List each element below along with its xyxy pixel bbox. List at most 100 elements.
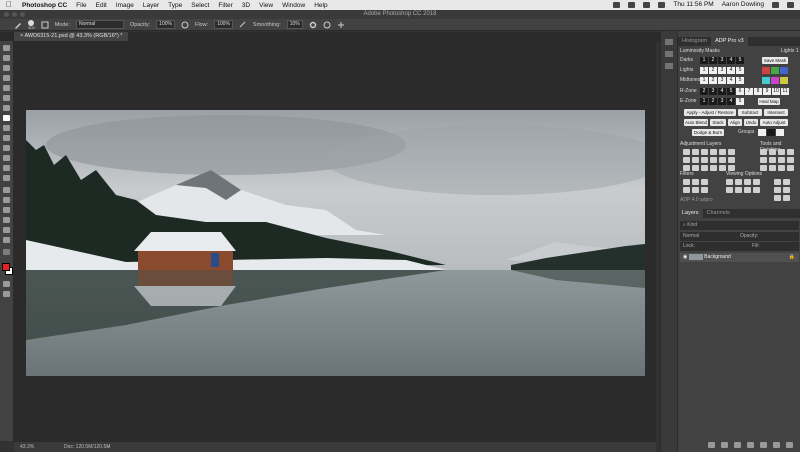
menu-file[interactable]: File: [76, 2, 86, 9]
tab-channels[interactable]: Channels: [703, 209, 734, 218]
darks-2-button[interactable]: 2: [709, 57, 717, 64]
darks-5-button[interactable]: 5: [736, 57, 744, 64]
filter-1-icon[interactable]: [683, 179, 690, 185]
view-1-icon[interactable]: [726, 179, 733, 185]
notification-center-icon[interactable]: [787, 2, 794, 8]
e-zone-4-button[interactable]: 4: [727, 98, 735, 105]
add-mask-icon[interactable]: [734, 442, 741, 448]
solid-color-icon[interactable]: [719, 165, 726, 171]
filter-3-icon[interactable]: [701, 179, 708, 185]
intersect-button[interactable]: Intersect: [764, 109, 788, 116]
menu-window[interactable]: Window: [282, 2, 305, 9]
rectangle-tool-icon[interactable]: [3, 217, 10, 223]
kind-filter-select[interactable]: Kind: [687, 222, 697, 228]
dodge-tool-icon[interactable]: [3, 175, 10, 181]
screen-mode-icon[interactable]: [3, 291, 10, 297]
view-6-icon[interactable]: [735, 187, 742, 193]
adjustments-panel-icon[interactable]: [665, 63, 673, 69]
group-black-button[interactable]: [767, 129, 775, 136]
view-5-icon[interactable]: [726, 187, 733, 193]
stack-button[interactable]: Stack: [710, 119, 726, 126]
path-selection-tool-icon[interactable]: [3, 207, 10, 213]
filter-2-icon[interactable]: [692, 179, 699, 185]
dodge-burn-button[interactable]: Dodge & Burn: [692, 129, 724, 136]
group-white-button[interactable]: [758, 129, 766, 136]
midtones-5-button[interactable]: 5: [736, 77, 744, 84]
subtract-button[interactable]: Subtract: [738, 109, 762, 116]
darks-1-button[interactable]: 1: [700, 57, 708, 64]
wifi-icon[interactable]: [628, 2, 636, 8]
new-adjustment-icon[interactable]: [747, 442, 754, 448]
foreground-color-swatch[interactable]: [2, 263, 10, 271]
midtones-2-button[interactable]: 2: [709, 77, 717, 84]
volume-icon[interactable]: [643, 2, 651, 8]
gradient-tool-icon[interactable]: [3, 155, 10, 161]
menu-edit[interactable]: Edit: [96, 2, 107, 9]
move-tool-icon[interactable]: [3, 45, 10, 51]
layer-row-background[interactable]: ◉ Background 🔒: [680, 253, 799, 262]
r-zone-6-button[interactable]: 6: [736, 88, 744, 95]
brush-b-icon[interactable]: [783, 179, 790, 185]
group-gray-button[interactable]: [776, 129, 784, 136]
menu-select[interactable]: Select: [191, 2, 209, 9]
quick-select-tool-icon[interactable]: [3, 75, 10, 81]
crop-tool-icon[interactable]: [3, 85, 10, 91]
midtones-3-button[interactable]: 3: [718, 77, 726, 84]
user-name[interactable]: Aaron Dowling: [722, 0, 764, 10]
dust-spots-icon[interactable]: [760, 157, 767, 163]
filter-6-icon[interactable]: [701, 187, 708, 193]
r-zone-11-button[interactable]: 11: [781, 88, 789, 95]
print-icon[interactable]: [787, 165, 794, 171]
posterize-icon[interactable]: [728, 157, 735, 163]
pen-tool-icon[interactable]: [3, 187, 10, 193]
quick-mask-icon[interactable]: [3, 281, 10, 287]
brush-tool-icon[interactable]: [14, 21, 22, 29]
menu-type[interactable]: Type: [168, 2, 182, 9]
color-lookup-icon[interactable]: [710, 157, 717, 163]
tab-layers[interactable]: Layers: [678, 209, 703, 218]
r-zone-5-button[interactable]: 5: [727, 88, 735, 95]
watermark-icon[interactable]: [778, 165, 785, 171]
history-panel-icon[interactable]: [665, 39, 673, 45]
brush-c-icon[interactable]: [774, 187, 781, 193]
midtones-4-button[interactable]: 4: [727, 77, 735, 84]
color-balance-icon[interactable]: [728, 149, 735, 155]
photo-filter-icon[interactable]: [692, 157, 699, 163]
align-button[interactable]: Align: [728, 119, 742, 126]
vibrance-icon[interactable]: [710, 149, 717, 155]
merge-icon[interactable]: [787, 157, 794, 163]
brush-e-icon[interactable]: [774, 195, 781, 201]
view-2-icon[interactable]: [735, 179, 742, 185]
levels-icon[interactable]: [683, 149, 690, 155]
menu-image[interactable]: Image: [116, 2, 134, 9]
search-icon[interactable]: [772, 2, 779, 8]
view-3-icon[interactable]: [744, 179, 751, 185]
yellow-channel-button[interactable]: [780, 77, 788, 84]
lights-2-button[interactable]: 2: [709, 67, 717, 74]
invert-icon[interactable]: [719, 157, 726, 163]
lights-5-button[interactable]: 5: [736, 67, 744, 74]
midtones-1-button[interactable]: 1: [700, 77, 708, 84]
darks-3-button[interactable]: 3: [718, 57, 726, 64]
brush-f-icon[interactable]: [783, 195, 790, 201]
zoom-tool-icon[interactable]: [3, 237, 10, 243]
save-mask-button[interactable]: Save Mask: [762, 57, 788, 64]
r-zone-7-button[interactable]: 7: [745, 88, 753, 95]
e-zone-3-button[interactable]: 3: [718, 98, 726, 105]
exposure-icon[interactable]: [701, 149, 708, 155]
gear-icon[interactable]: [309, 21, 317, 29]
r-zone-8-button[interactable]: 8: [754, 88, 762, 95]
battery-icon[interactable]: [658, 2, 666, 8]
flow-field[interactable]: 100%: [214, 20, 233, 29]
menu-3d[interactable]: 3D: [242, 2, 250, 9]
healing-brush-tool-icon[interactable]: [3, 105, 10, 111]
sharpen-icon[interactable]: [760, 149, 767, 155]
brush-d-icon[interactable]: [783, 187, 790, 193]
menu-filter[interactable]: Filter: [218, 2, 232, 9]
blur-tool-icon[interactable]: [3, 165, 10, 171]
e-zone-1-button[interactable]: 1: [700, 98, 708, 105]
e-zone-2-button[interactable]: 2: [709, 98, 717, 105]
blend-mode-select[interactable]: Normal: [683, 233, 699, 239]
r-zone-2-button[interactable]: 2: [700, 88, 708, 95]
pressure-size-icon[interactable]: [323, 21, 331, 29]
